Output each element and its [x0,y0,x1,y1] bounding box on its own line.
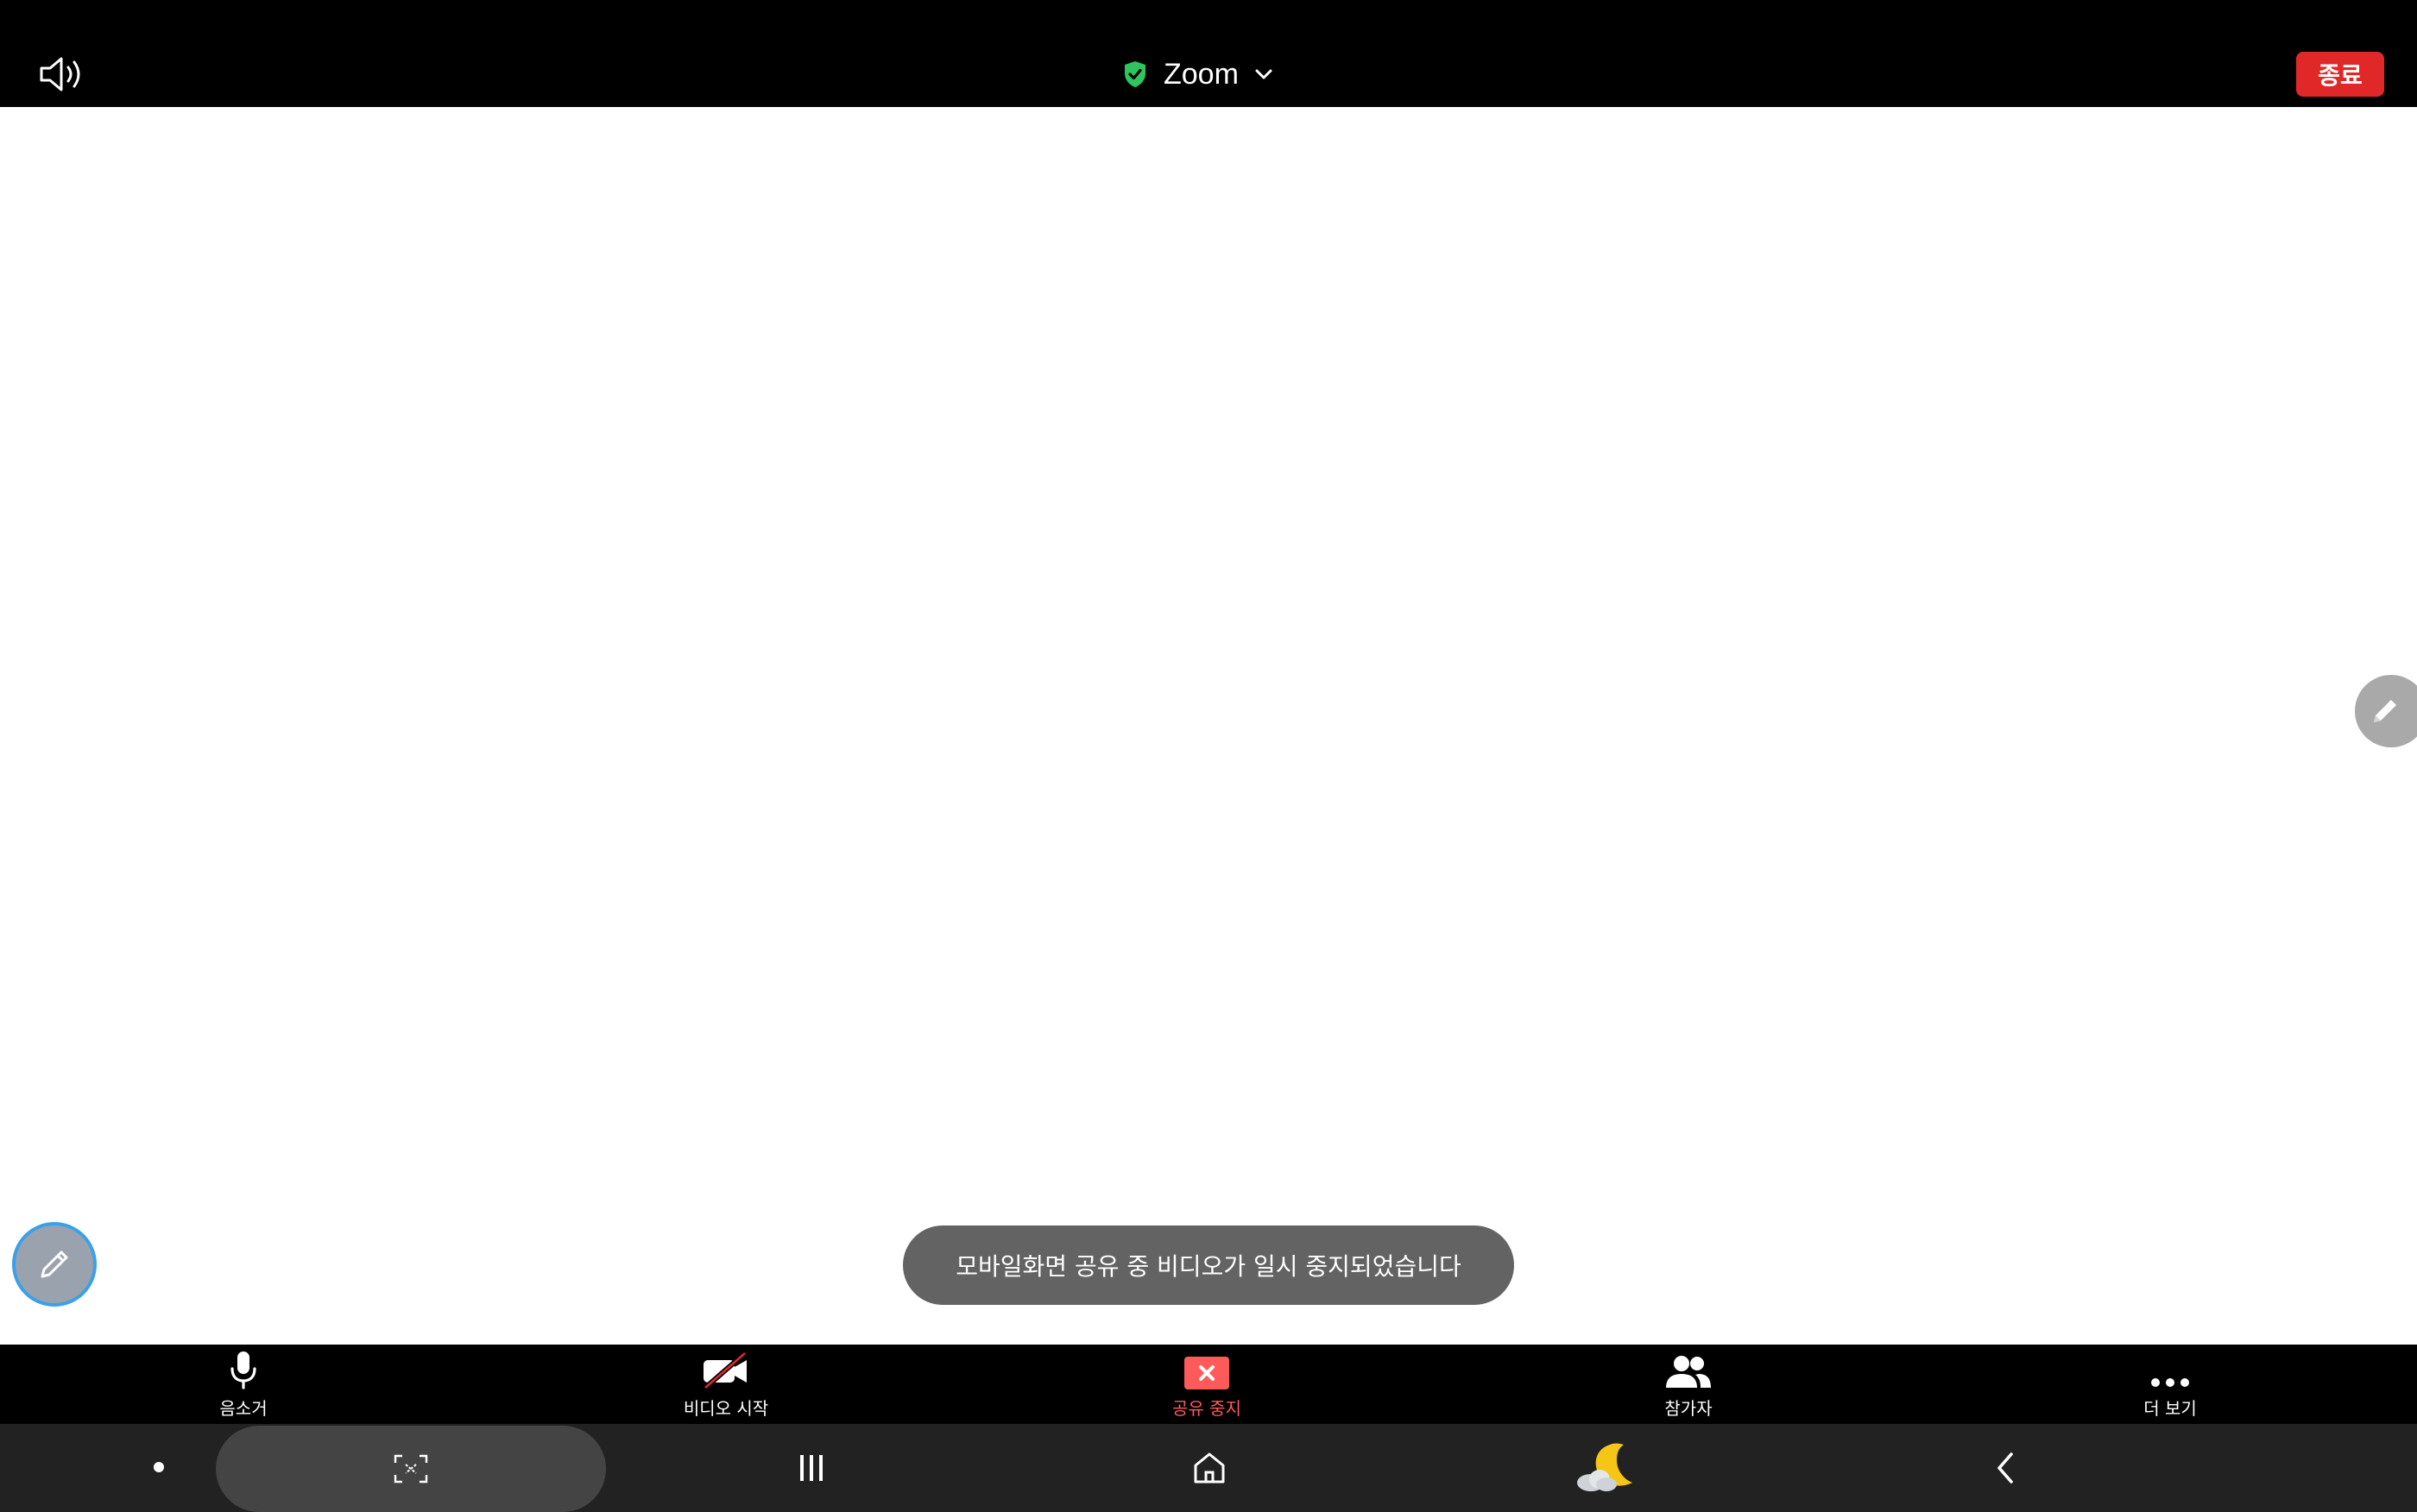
moon-cloud-icon [1577,1443,1632,1491]
stop-share-label: 공유 중지 [1172,1398,1241,1419]
shared-screen-area [0,107,2417,1345]
mute-label: 음소거 [219,1398,268,1419]
home-button[interactable] [1171,1433,1248,1503]
participants-icon [1666,1356,1711,1388]
screen-capture-button[interactable] [216,1426,606,1512]
video-off-icon [704,1351,747,1390]
speaker-button[interactable] [31,47,93,102]
annotate-floating-button[interactable] [12,1222,97,1307]
night-mode-button[interactable] [1568,1433,1645,1503]
mute-button[interactable]: 음소거 [148,1345,338,1424]
speaker-icon [40,57,80,91]
back-icon [1997,1452,2013,1484]
system-nav-bar [0,1424,2417,1512]
microphone-icon [230,1351,256,1389]
screen-capture-icon [394,1454,428,1484]
meeting-title-dropdown[interactable]: Zoom [1122,50,1273,98]
recents-icon [800,1455,823,1481]
more-label: 더 보기 [2143,1398,2197,1419]
zoom-share-screen: Zoom 종료 모바일화면 공유 중 비디오가 일시 중지되었습니다 음소거 비… [0,0,2417,1512]
top-bar: Zoom 종료 [0,0,2417,107]
share-toast-message: 모바일화면 공유 중 비디오가 일시 중지되었습니다 [903,1225,1514,1305]
end-meeting-button[interactable]: 종료 [2296,52,2384,97]
participants-label: 참가자 [1664,1398,1713,1419]
stop-share-icon [1184,1357,1229,1389]
meeting-toolbar: 음소거 비디오 시작 공유 중지 참가자 더 보기 [0,1345,2417,1424]
shield-check-icon [1125,61,1145,87]
participants-button[interactable]: 참가자 [1593,1345,1783,1424]
meeting-title: Zoom [1164,57,1239,91]
start-video-label: 비디오 시작 [683,1398,769,1419]
back-button[interactable] [1966,1433,2044,1503]
chevron-down-icon [1255,69,1272,79]
start-video-button[interactable]: 비디오 시작 [631,1345,821,1424]
pencil-icon [41,1251,68,1278]
stop-share-button[interactable]: 공유 중지 [1112,1345,1302,1424]
recents-button[interactable] [773,1433,850,1503]
pencil-icon [2374,700,2396,722]
more-dots-icon [2151,1378,2189,1387]
home-icon [1194,1452,1225,1484]
nav-indicator-dot [154,1462,164,1472]
more-button[interactable]: 더 보기 [2075,1345,2265,1424]
